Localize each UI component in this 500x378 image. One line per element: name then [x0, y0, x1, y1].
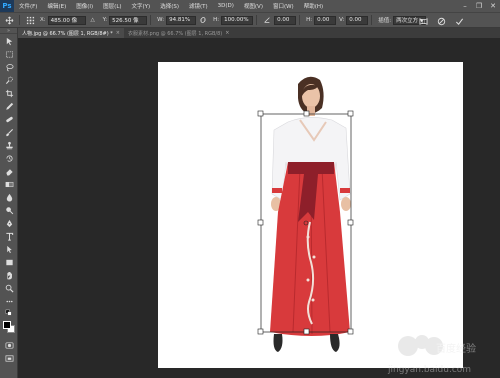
menu-help[interactable]: 帮助(H)	[299, 2, 328, 10]
menu-file[interactable]: 文件(F)	[14, 2, 42, 10]
move-tool-icon[interactable]	[2, 36, 16, 46]
healing-brush-tool-icon[interactable]	[2, 114, 16, 124]
tab-label: 衣服素材.png @ 66.7% (图层 1, RGB/8)	[127, 30, 223, 37]
type-tool-icon[interactable]	[2, 231, 16, 241]
height-field[interactable]: 100.00%	[221, 15, 254, 25]
toolbox-collapse-icon[interactable]: »	[0, 28, 17, 34]
menu-select[interactable]: 选择(S)	[155, 2, 184, 10]
menu-bar: Ps 文件(F) 编辑(E) 图像(I) 图层(L) 文字(Y) 选择(S) 滤…	[0, 0, 500, 12]
menu-image[interactable]: 图像(I)	[71, 2, 98, 10]
divider	[299, 15, 301, 25]
options-bar: X: 485.00 像 △ Y: 526.50 像 W: 94.81% H: 1…	[0, 12, 500, 28]
close-tab-icon[interactable]: ×	[116, 30, 120, 36]
commit-controls	[416, 13, 466, 29]
default-colors-icon[interactable]	[2, 309, 16, 317]
menu-view[interactable]: 视图(V)	[239, 2, 268, 10]
hskew-label: H:	[306, 17, 313, 23]
y-position-field[interactable]: 526.50 像	[109, 15, 148, 25]
clone-stamp-tool-icon[interactable]	[2, 140, 16, 150]
path-selection-tool-icon[interactable]	[2, 244, 16, 254]
divider	[371, 15, 373, 25]
document-canvas[interactable]	[158, 62, 463, 368]
divider	[150, 15, 152, 25]
move-tool-preset-icon[interactable]	[4, 15, 14, 25]
restore-button[interactable]: ❐	[472, 0, 486, 12]
x-position-field[interactable]: 485.00 像	[47, 15, 86, 25]
x-label: X:	[40, 17, 46, 23]
crop-tool-icon[interactable]	[2, 88, 16, 98]
vskew-label: V:	[339, 17, 345, 23]
baidu-jingyan-watermark: 百度经验 jingyan.baidu.com	[378, 330, 482, 378]
menu-layer[interactable]: 图层(L)	[98, 2, 126, 10]
close-tab-icon[interactable]: ×	[225, 30, 229, 36]
reference-point-icon[interactable]	[25, 15, 35, 25]
cancel-transform-icon[interactable]	[436, 16, 446, 26]
menu-edit[interactable]: 编辑(E)	[42, 2, 71, 10]
rotate-icon	[262, 15, 272, 25]
canvas-area[interactable]	[18, 38, 500, 378]
tab-clothing-document[interactable]: 衣服素材.png @ 66.7% (图层 1, RGB/8) ×	[124, 28, 233, 38]
photoshop-logo: Ps	[0, 0, 14, 12]
vertical-skew-field[interactable]: 0.00	[346, 15, 369, 25]
h-label: H:	[213, 17, 220, 23]
menu-3d[interactable]: 3D(D)	[213, 3, 239, 9]
watermark-logo-icon: 百度经验 jingyan.baidu.com	[387, 335, 476, 375]
horizontal-skew-field[interactable]: 0.00	[314, 15, 337, 25]
hand-tool-icon[interactable]	[2, 270, 16, 280]
menu-filter[interactable]: 滤镜(T)	[184, 2, 213, 10]
minimize-button[interactable]: –	[458, 0, 472, 12]
triangle-icon[interactable]: △	[88, 15, 98, 25]
eraser-tool-icon[interactable]	[2, 166, 16, 176]
interpolation-value: 两次立方	[396, 18, 419, 24]
watermark-url: jingyan.baidu.com	[387, 365, 471, 375]
commit-transform-icon[interactable]	[454, 16, 464, 26]
pen-tool-icon[interactable]	[2, 218, 16, 228]
blur-tool-icon[interactable]	[2, 192, 16, 202]
document-tab-bar: 人物.jpg @ 66.7% (图层 1, RGB/8#) * × 衣服素材.p…	[18, 28, 500, 38]
gradient-tool-icon[interactable]	[2, 179, 16, 189]
divider	[19, 15, 20, 25]
screen-mode-icon[interactable]	[2, 353, 16, 363]
zoom-tool-icon[interactable]	[2, 283, 16, 293]
menu-window[interactable]: 窗口(W)	[268, 2, 299, 10]
eyedropper-tool-icon[interactable]	[2, 101, 16, 111]
interpolation-label: 插值:	[378, 18, 392, 24]
rotation-field[interactable]: 0.00	[274, 15, 297, 25]
figure-image	[257, 76, 354, 352]
dodge-tool-icon[interactable]	[2, 205, 16, 215]
w-label: W:	[157, 17, 165, 23]
width-field[interactable]: 94.81%	[166, 15, 197, 25]
foreground-color-swatch[interactable]	[3, 321, 11, 329]
menu-type[interactable]: 文字(Y)	[127, 2, 156, 10]
rectangle-tool-icon[interactable]	[2, 257, 16, 267]
warp-mode-icon[interactable]	[418, 16, 428, 26]
tab-person-document[interactable]: 人物.jpg @ 66.7% (图层 1, RGB/8#) * ×	[18, 28, 124, 38]
link-icon[interactable]	[198, 15, 208, 25]
marquee-tool-icon[interactable]	[2, 49, 16, 59]
watermark-brand: 百度经验	[436, 342, 476, 355]
y-label: Y:	[102, 17, 108, 23]
divider	[256, 15, 258, 25]
close-window-button[interactable]: ✕	[486, 0, 500, 12]
quick-selection-tool-icon[interactable]	[2, 75, 16, 85]
delta-label: △	[90, 17, 95, 23]
brush-tool-icon[interactable]	[2, 127, 16, 137]
more-tools-icon[interactable]	[2, 296, 16, 306]
window-controls: – ❐ ✕	[458, 0, 500, 12]
lasso-tool-icon[interactable]	[2, 62, 16, 72]
history-brush-tool-icon[interactable]	[2, 153, 16, 163]
quick-mask-icon[interactable]	[2, 340, 16, 350]
tab-label: 人物.jpg @ 66.7% (图层 1, RGB/8#) *	[22, 30, 113, 37]
toolbox: »	[0, 28, 18, 378]
